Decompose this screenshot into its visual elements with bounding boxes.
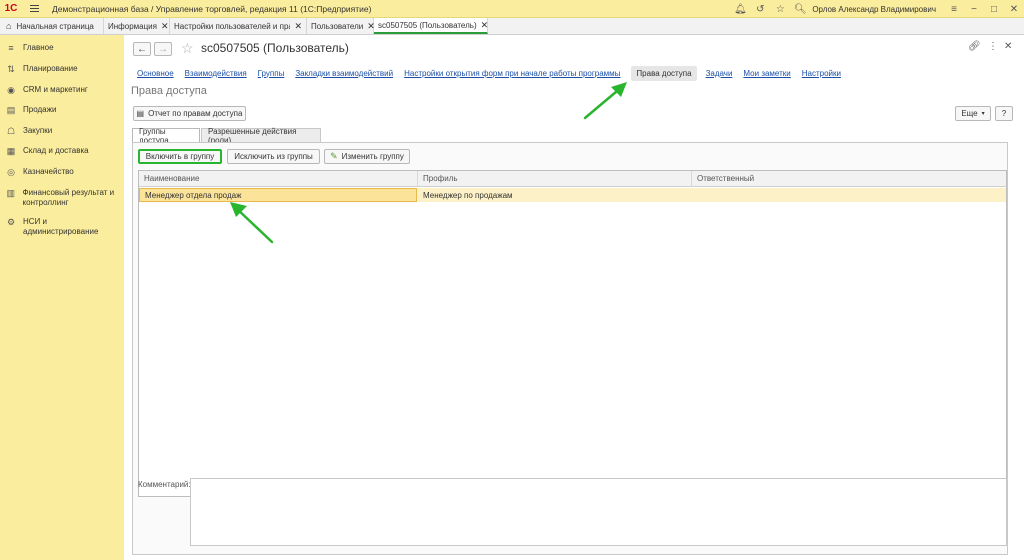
tab-info[interactable]: Информация ✕ bbox=[104, 18, 170, 34]
sidebar-item-label: Казначейство bbox=[23, 167, 74, 176]
tab-home[interactable]: ⌂ Начальная страница bbox=[0, 18, 104, 34]
title-bar: 1С Демонстрационная база / Управление то… bbox=[0, 0, 1024, 18]
tab-bar: ⌂ Начальная страница Информация ✕ Настро… bbox=[0, 18, 1024, 35]
minimize-icon[interactable]: − bbox=[964, 0, 984, 18]
link-settings[interactable]: Настройки bbox=[802, 69, 841, 78]
sales-icon: ▤ bbox=[6, 105, 16, 115]
tab-label: Настройки пользователей и прав bbox=[174, 21, 291, 31]
access-groups-table: Наименование Профиль Ответственный Менед… bbox=[138, 170, 1007, 497]
sidebar-item-label: Продажи bbox=[23, 105, 57, 114]
sidebar-item-main[interactable]: ≡ Главное bbox=[0, 43, 124, 53]
tab-label: Пользователи bbox=[311, 21, 364, 31]
edit-group-label: Изменить группу bbox=[341, 152, 404, 161]
treasury-icon: ◎ bbox=[7, 167, 15, 177]
link-form-settings[interactable]: Настройки открытия форм при начале работ… bbox=[404, 69, 620, 78]
main-area: ← → ☆ sc0507505 (Пользователь) 🔗︎ ⋮ ✕ Ос… bbox=[124, 35, 1024, 560]
maximize-icon[interactable]: □ bbox=[984, 0, 1004, 18]
sidebar-item-label: Финансовый результат и контроллинг bbox=[22, 188, 115, 207]
sidebar-item-label: Закупки bbox=[23, 126, 53, 135]
sidebar: ≡ Главное ⇅ Планирование ◉ CRM и маркети… bbox=[0, 35, 124, 560]
pencil-icon: ✎ bbox=[330, 151, 338, 161]
tab-user-settings[interactable]: Настройки пользователей и прав ✕ bbox=[170, 18, 307, 34]
cell-name[interactable]: Менеджер отдела продаж bbox=[139, 188, 417, 202]
sidebar-item-label: Главное bbox=[23, 43, 54, 52]
form-close-icon[interactable]: ✕ bbox=[1004, 41, 1012, 52]
sidebar-item-label: CRM и маркетинг bbox=[23, 85, 88, 94]
sidebar-item-label: НСИ и администрирование bbox=[23, 217, 99, 236]
link-access-rights[interactable]: Права доступа bbox=[631, 65, 697, 81]
more-label: Еще bbox=[961, 109, 978, 118]
link-interaction-bookmarks[interactable]: Закладки взаимодействий bbox=[295, 69, 393, 78]
planning-icon: ⇅ bbox=[7, 64, 15, 74]
comment-label: Комментарий: bbox=[138, 480, 191, 489]
tab-label: sc0507505 (Пользователь) bbox=[378, 20, 477, 30]
link-tasks[interactable]: Задачи bbox=[706, 69, 733, 78]
main-menu-icon[interactable] bbox=[26, 0, 42, 18]
access-report-button[interactable]: ▤ Отчет по правам доступа bbox=[133, 106, 246, 121]
back-button[interactable]: ← bbox=[133, 42, 151, 56]
column-header-name[interactable]: Наименование bbox=[139, 171, 418, 187]
exclude-group-button[interactable]: Исключить из группы bbox=[227, 149, 320, 164]
tab-label: Информация bbox=[108, 21, 157, 31]
tab-close-icon[interactable]: ✕ bbox=[294, 21, 302, 32]
help-button[interactable]: ? bbox=[995, 106, 1013, 121]
bell-icon[interactable]: 🔔︎ bbox=[730, 0, 750, 18]
link-groups[interactable]: Группы bbox=[258, 69, 285, 78]
comment-field[interactable] bbox=[190, 478, 1007, 546]
settings-menu-icon[interactable]: ≡ bbox=[944, 0, 964, 18]
history-icon[interactable]: ↺ bbox=[750, 0, 770, 18]
star-icon[interactable]: ☆ bbox=[770, 0, 790, 18]
sidebar-item-label: Склад и доставка bbox=[23, 146, 89, 155]
app-logo: 1С bbox=[4, 3, 18, 14]
section-title: Права доступа bbox=[131, 85, 207, 97]
app-title: Демонстрационная база / Управление торго… bbox=[52, 3, 372, 14]
tab-close-icon[interactable]: ✕ bbox=[481, 20, 489, 31]
link-notes[interactable]: Мои заметки bbox=[743, 69, 790, 78]
gear-icon: ⚙ bbox=[6, 217, 16, 227]
more-vert-icon[interactable]: ⋮ bbox=[988, 41, 998, 52]
chevron-down-icon: ▾ bbox=[981, 111, 985, 117]
crm-icon: ◉ bbox=[7, 85, 15, 95]
tab-home-label: Начальная страница bbox=[16, 21, 94, 31]
more-button[interactable]: Еще ▾ bbox=[955, 106, 991, 121]
form-nav-links: Основное Взаимодействия Группы Закладки … bbox=[137, 65, 852, 81]
column-header-responsible[interactable]: Ответственный bbox=[692, 171, 1006, 187]
tab-allowed-actions[interactable]: Разрешенные действия (роли) bbox=[201, 127, 321, 145]
tab-user-form[interactable]: sc0507505 (Пользователь) ✕ bbox=[374, 18, 488, 34]
access-report-label: Отчет по правам доступа bbox=[148, 109, 243, 118]
home-icon: ⌂ bbox=[6, 21, 12, 31]
warehouse-icon: ▦ bbox=[6, 146, 16, 156]
tab-users[interactable]: Пользователи ✕ bbox=[307, 18, 375, 34]
menu-lines-icon: ≡ bbox=[8, 43, 14, 53]
sidebar-item-sales[interactable]: ▤ Продажи bbox=[0, 105, 124, 115]
cell-profile[interactable]: Менеджер по продажам bbox=[418, 188, 692, 202]
cart-icon: ☖ bbox=[6, 126, 16, 136]
sidebar-item-label: Планирование bbox=[23, 64, 78, 73]
table-row[interactable]: Менеджер отдела продаж Менеджер по прода… bbox=[139, 188, 1006, 202]
sidebar-item-crm[interactable]: ◉ CRM и маркетинг bbox=[0, 85, 124, 95]
forward-button[interactable]: → bbox=[154, 42, 172, 56]
user-name[interactable]: Орлов Александр Владимирович bbox=[812, 5, 936, 14]
sidebar-item-treasury[interactable]: ◎ Казначейство bbox=[0, 167, 124, 177]
favorite-star-icon[interactable]: ☆ bbox=[181, 40, 194, 57]
tab-close-icon[interactable]: ✕ bbox=[161, 21, 169, 32]
search-icon[interactable]: 🔍︎ bbox=[790, 0, 810, 18]
link-icon[interactable]: 🔗︎ bbox=[968, 41, 981, 52]
form-title: sc0507505 (Пользователь) bbox=[201, 41, 349, 55]
include-group-button[interactable]: Включить в группу bbox=[138, 149, 222, 164]
link-main[interactable]: Основное bbox=[137, 69, 174, 78]
finance-icon: ▥ bbox=[6, 188, 16, 198]
sidebar-item-warehouse[interactable]: ▦ Склад и доставка bbox=[0, 146, 124, 156]
edit-group-button[interactable]: ✎ Изменить группу bbox=[324, 149, 410, 164]
sidebar-item-planning[interactable]: ⇅ Планирование bbox=[0, 64, 124, 74]
tab-access-groups[interactable]: Группы доступа bbox=[132, 127, 200, 145]
cell-responsible[interactable] bbox=[692, 188, 1006, 202]
sidebar-item-finance[interactable]: ▥ Финансовый результат и контроллинг bbox=[0, 188, 124, 208]
link-interactions[interactable]: Взаимодействия bbox=[185, 69, 247, 78]
report-icon: ▤ bbox=[136, 109, 145, 118]
column-header-profile[interactable]: Профиль bbox=[418, 171, 692, 187]
sidebar-item-admin[interactable]: ⚙ НСИ и администрирование bbox=[0, 217, 124, 237]
sidebar-item-purchases[interactable]: ☖ Закупки bbox=[0, 126, 124, 136]
close-icon[interactable]: ✕ bbox=[1004, 0, 1024, 18]
